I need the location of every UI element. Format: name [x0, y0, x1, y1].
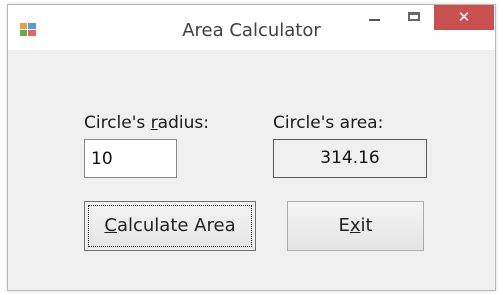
close-button[interactable]: ✕: [434, 5, 494, 30]
close-icon: ✕: [457, 8, 471, 26]
area-output: 314.16: [273, 139, 427, 178]
radius-label: Circle's radius:: [84, 113, 209, 133]
maximize-button[interactable]: [400, 5, 430, 30]
title-bar[interactable]: Area Calculator ✕: [8, 5, 495, 50]
minimize-button[interactable]: [360, 5, 390, 30]
area-label: Circle's area:: [273, 113, 384, 133]
minimize-icon: [369, 19, 380, 21]
calculate-area-button[interactable]: Calculate Area: [84, 201, 256, 251]
radius-input[interactable]: [84, 139, 177, 178]
area-calculator-window: Area Calculator ✕ Circle's radius: Circl…: [7, 4, 496, 291]
exit-button[interactable]: Exit: [287, 201, 424, 251]
maximize-icon: [408, 12, 420, 21]
